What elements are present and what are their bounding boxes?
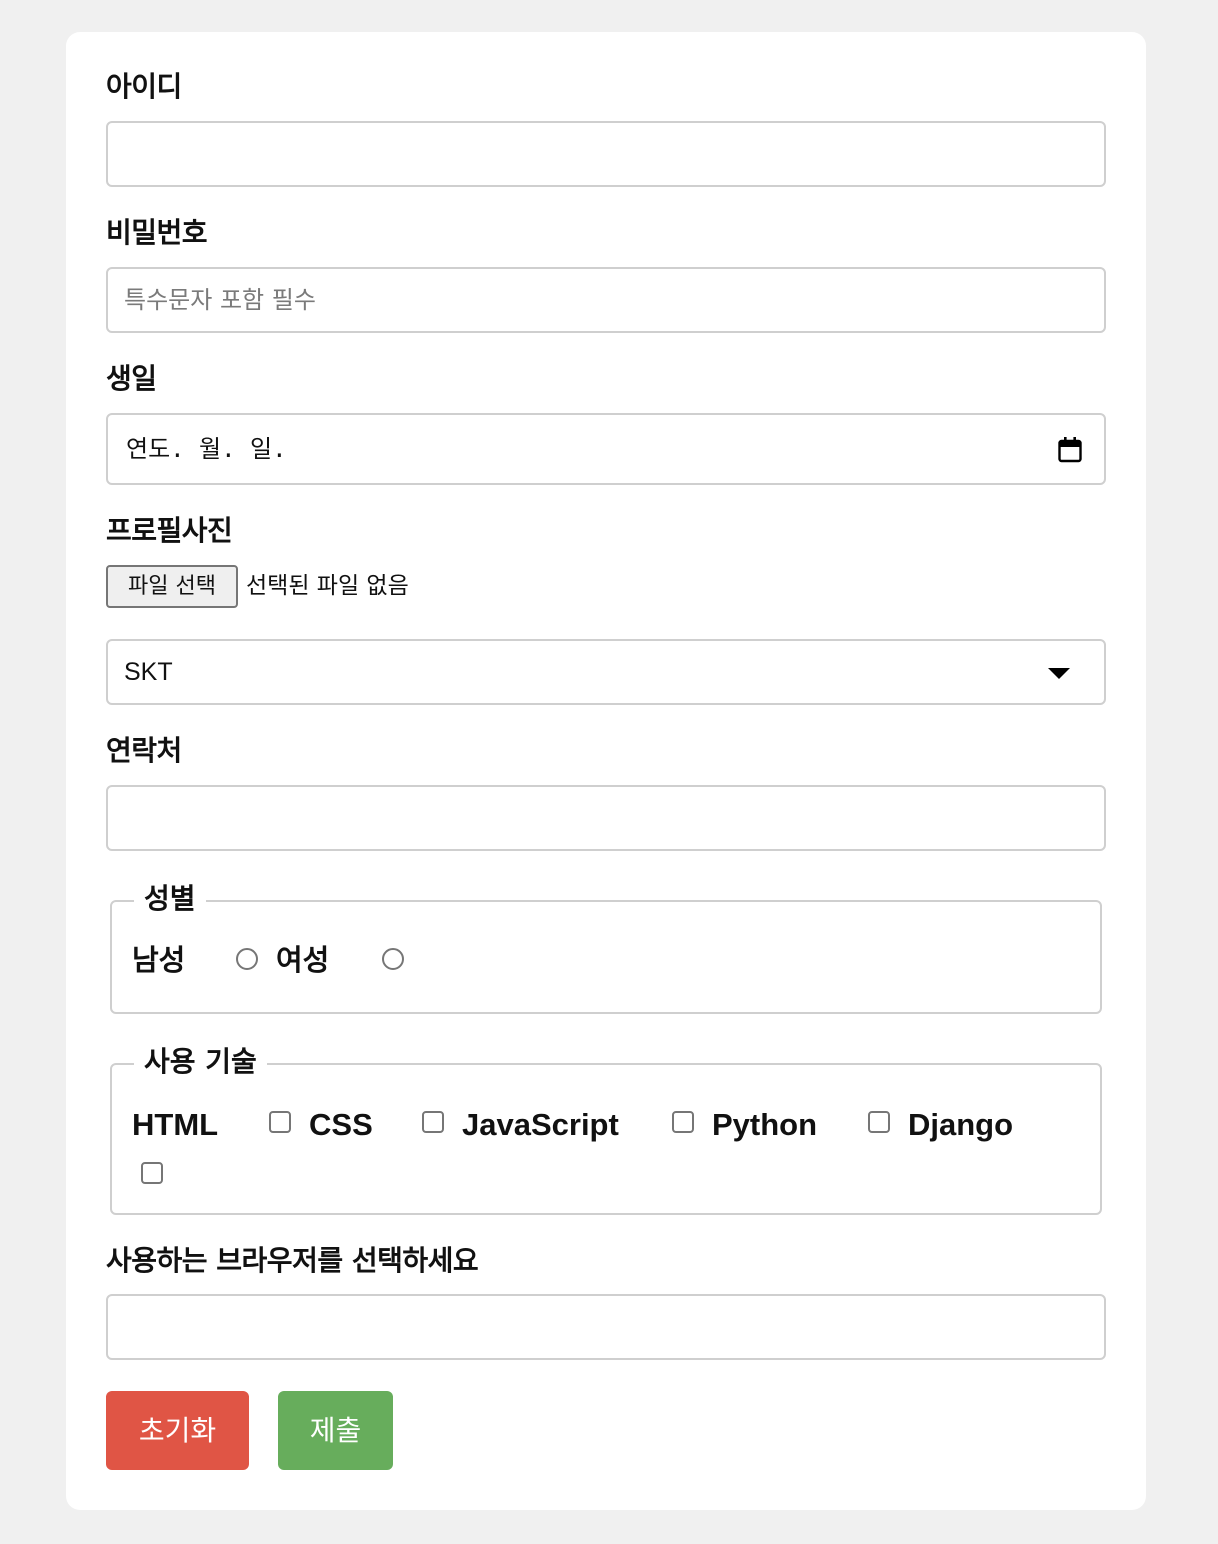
- skill-checkbox-javascript[interactable]: [672, 1111, 694, 1133]
- photo-label: 프로필사진: [106, 514, 233, 547]
- gender-option-label: 남성: [132, 943, 186, 977]
- contact-input[interactable]: [106, 785, 1106, 851]
- browser-label: 사용하는 브라우저를 선택하세요: [106, 1244, 479, 1277]
- skill-option-label: HTML: [132, 1107, 219, 1142]
- skill-checkbox-html[interactable]: [269, 1111, 291, 1133]
- password-input[interactable]: [106, 267, 1106, 333]
- skill-option-label: Python: [712, 1107, 818, 1142]
- skill-option-label: CSS: [309, 1107, 373, 1142]
- carrier-selected-value: SKT: [124, 658, 173, 686]
- skill-checkbox-django[interactable]: [141, 1162, 163, 1184]
- skill-option-label: Django: [908, 1107, 1014, 1142]
- form-card: 아이디 비밀번호 생일 연도. 월. 일. 프로필사진 파일 선택 선택된 파일…: [66, 32, 1146, 1510]
- gender-radio-female[interactable]: [382, 948, 404, 970]
- skills-fieldset: 사용 기술 HTML CSS JavaScript Python Django: [110, 1043, 1102, 1215]
- password-label: 비밀번호: [106, 216, 208, 249]
- gender-radio-male[interactable]: [236, 948, 258, 970]
- calendar-icon[interactable]: [1058, 437, 1082, 463]
- chevron-down-icon: [1048, 668, 1070, 679]
- birthday-label: 생일: [106, 362, 157, 395]
- browser-input[interactable]: [106, 1294, 1106, 1360]
- skills-legend: 사용 기술: [134, 1043, 267, 1081]
- skill-checkbox-python[interactable]: [868, 1111, 890, 1133]
- reset-button[interactable]: 초기화: [106, 1391, 249, 1470]
- birthday-date-input[interactable]: 연도. 월. 일.: [106, 413, 1106, 485]
- gender-option-label: 여성: [276, 943, 330, 977]
- id-input[interactable]: [106, 121, 1106, 187]
- birthday-date-text: 연도. 월. 일.: [126, 435, 287, 463]
- contact-label: 연락처: [106, 734, 182, 767]
- gender-fieldset: 성별 남성 여성: [110, 880, 1102, 1014]
- id-label: 아이디: [106, 70, 182, 103]
- submit-button[interactable]: 제출: [278, 1391, 393, 1470]
- gender-legend: 성별: [134, 880, 206, 918]
- skill-checkbox-css[interactable]: [422, 1111, 444, 1133]
- file-status-text: 선택된 파일 없음: [246, 573, 409, 599]
- carrier-select[interactable]: SKT: [106, 639, 1106, 705]
- file-select-button[interactable]: 파일 선택: [106, 565, 238, 608]
- skill-option-label: JavaScript: [462, 1107, 619, 1142]
